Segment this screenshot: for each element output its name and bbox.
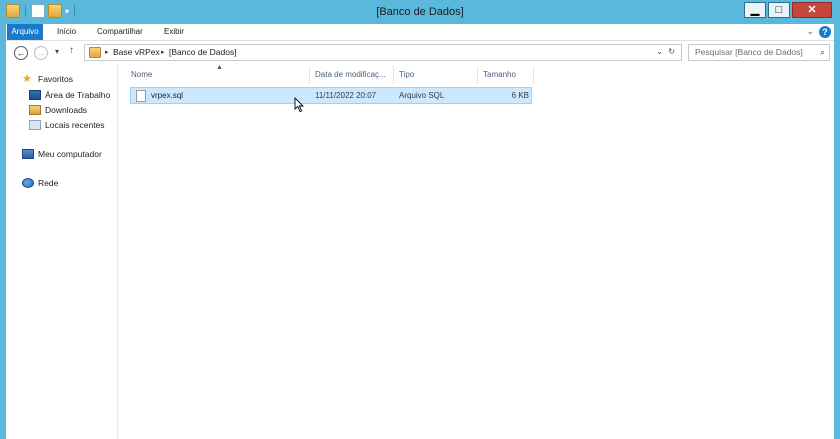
sidebar-item-meu-computador[interactable]: Meu computador [22, 147, 102, 161]
breadcrumb-base-vrpex[interactable]: Base vRPex [113, 47, 160, 57]
column-header-label: Tipo [399, 70, 415, 79]
computer-icon [22, 149, 34, 159]
sidebar-item-label: Área de Trabalho [45, 90, 111, 100]
maximize-button[interactable]: □ [768, 2, 790, 18]
search-input[interactable]: Pesquisar [Banco de Dados] ⌕ [688, 44, 830, 61]
column-header-tipo[interactable]: Tipo [394, 66, 478, 84]
column-header-data-modificacao[interactable]: Data de modificaç... [310, 66, 394, 84]
recent-locations-icon[interactable]: ▾ [55, 47, 59, 56]
tab-arquivo[interactable]: Arquivo [7, 24, 43, 40]
sidebar-item-label: Downloads [45, 105, 88, 115]
tab-exibir[interactable]: Exibir [164, 24, 184, 40]
sidebar-item-label: Meu computador [38, 149, 102, 159]
up-button[interactable]: ↑ [69, 45, 74, 56]
breadcrumb-separator[interactable]: ▸ [161, 48, 165, 56]
column-header-label: Tamanho [483, 70, 516, 79]
tab-inicio[interactable]: Início [57, 24, 76, 40]
search-placeholder: Pesquisar [Banco de Dados] [695, 47, 803, 57]
address-bar[interactable]: ▸ Base vRPex ▸ [Banco de Dados] ⌄ ↻ [84, 44, 682, 61]
back-button[interactable]: ← [14, 46, 28, 60]
navigation-bar: ← → ▾ ↑ ▸ Base vRPex ▸ [Banco de Dados] … [6, 40, 834, 64]
sidebar-item-area-de-trabalho[interactable]: Área de Trabalho [29, 88, 110, 102]
explorer-content: ★ Favoritos Área de Trabalho Downloads L… [6, 64, 834, 439]
file-size: 6 KB [511, 91, 529, 100]
window-title: [Banco de Dados] [376, 6, 464, 18]
star-icon: ★ [22, 73, 32, 85]
search-icon[interactable]: ⌕ [820, 47, 825, 58]
sort-ascending-icon: ▲ [216, 64, 223, 71]
file-type: Arquivo SQL [399, 91, 445, 100]
sql-file-icon [136, 90, 146, 102]
navigation-pane: ★ Favoritos Área de Trabalho Downloads L… [6, 64, 118, 439]
network-icon [22, 178, 34, 188]
column-header-tamanho[interactable]: Tamanho [478, 66, 534, 84]
file-list: Nome ▲ Data de modificaç... Tipo Tamanho… [126, 64, 834, 439]
file-modified: 11/11/2022 20:07 [315, 91, 377, 100]
close-button[interactable]: ✕ [792, 2, 832, 18]
refresh-icon[interactable]: ↻ [668, 47, 675, 56]
title-bar: ▾ [Banco de Dados] ▁ □ ✕ [0, 0, 840, 24]
window-frame-right [834, 24, 840, 439]
expand-ribbon-icon[interactable]: ⌄ [806, 26, 814, 37]
sidebar-item-label: Locais recentes [45, 120, 105, 130]
sidebar-item-favoritos[interactable]: ★ Favoritos [22, 72, 73, 86]
sidebar-item-label: Favoritos [38, 74, 73, 84]
file-name: vrpex.sql [151, 91, 184, 100]
recent-places-icon [29, 120, 41, 130]
sidebar-item-locais-recentes[interactable]: Locais recentes [29, 118, 105, 132]
desktop-icon [29, 90, 41, 100]
sidebar-item-label: Rede [38, 178, 59, 188]
forward-button[interactable]: → [34, 46, 48, 60]
window-frame-left [0, 24, 6, 439]
mouse-cursor-icon [294, 97, 304, 113]
address-dropdown-icon[interactable]: ⌄ [656, 47, 663, 56]
sidebar-item-rede[interactable]: Rede [22, 176, 58, 190]
sidebar-item-downloads[interactable]: Downloads [29, 103, 87, 117]
column-header-label: Nome [131, 70, 153, 79]
ribbon-tabs: Arquivo Início Compartilhar Exibir ⌄ ? [6, 24, 834, 40]
breadcrumb-separator[interactable]: ▸ [105, 48, 109, 56]
breadcrumb-banco-de-dados[interactable]: [Banco de Dados] [169, 47, 237, 57]
window-controls: ▁ □ ✕ [744, 2, 832, 18]
minimize-button[interactable]: ▁ [744, 2, 766, 18]
help-icon[interactable]: ? [819, 26, 831, 38]
column-header-label: Data de modificaç... [315, 70, 386, 79]
folder-icon [89, 47, 101, 58]
downloads-folder-icon [29, 105, 41, 115]
file-row[interactable]: vrpex.sql 11/11/2022 20:07 Arquivo SQL 6… [130, 87, 532, 104]
tab-compartilhar[interactable]: Compartilhar [97, 24, 143, 40]
